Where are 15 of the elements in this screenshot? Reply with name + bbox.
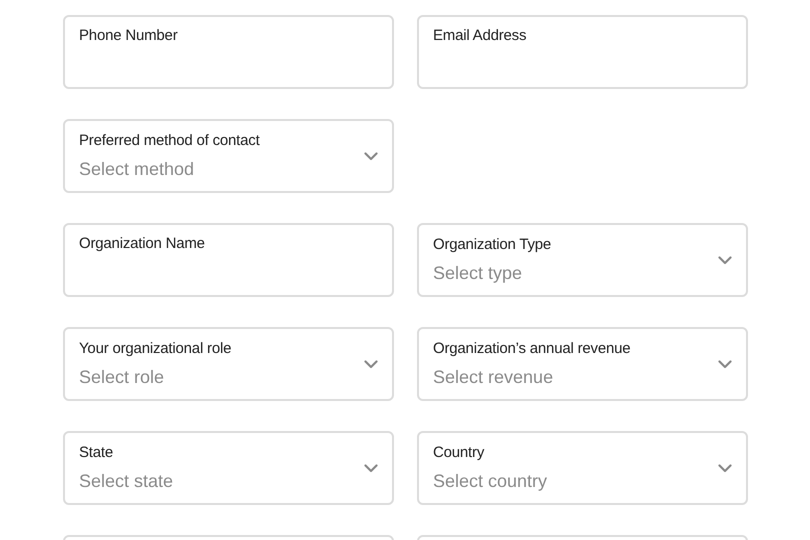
chevron-down-icon (364, 360, 378, 368)
dropdown-field[interactable]: State Select state (63, 431, 394, 505)
dropdown-field[interactable]: Organization Type Select type (417, 223, 748, 297)
chevron-down-icon (364, 152, 378, 160)
chevron-down-icon (718, 464, 732, 472)
chevron-down-icon (718, 360, 732, 368)
input-field[interactable]: Phone Number (63, 15, 394, 89)
input-field[interactable]: Organization Name (63, 223, 394, 297)
chevron-down-icon (364, 464, 378, 472)
dropdown-field[interactable]: Country Select country (417, 431, 748, 505)
dropdown-field[interactable]: Organization’s annual revenue Select revenue (417, 327, 748, 401)
chevron-down-icon (718, 256, 732, 264)
dropdown-field[interactable]: Your organizational role Select role (63, 327, 394, 401)
dropdown-field[interactable]: Preferred method of contact Select method (63, 119, 394, 193)
input-field[interactable]: Email Address (417, 15, 748, 89)
